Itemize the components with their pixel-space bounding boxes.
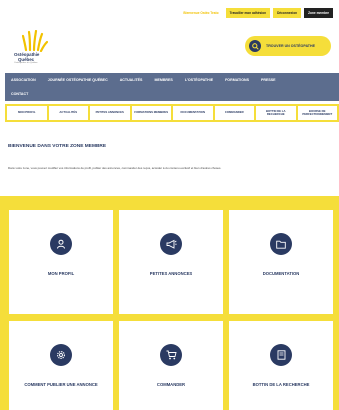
card-mon-profil[interactable]: MON PROFIL	[9, 210, 113, 314]
nav-item-formations[interactable]: FORMATIONS	[219, 78, 255, 82]
page-title: BIENVENUE DANS VOTRE ZONE MEMBRE	[8, 144, 107, 149]
nav-item-osteopathie[interactable]: L'OSTÉOPATHIE	[179, 78, 219, 82]
member-subnav: MON PROFIL ACTUALITÉS PETITES ANNONCES F…	[5, 104, 339, 122]
header: Ostéopathie Québec Ostéopathes du Québec…	[0, 22, 339, 70]
subnav-bourse[interactable]: BOURSE DE PERFECTIONNEMENT	[297, 106, 337, 120]
logo[interactable]: Ostéopathie Québec Ostéopathes du Québec	[14, 30, 54, 66]
find-osteopath-label: TROUVER UN OSTÉOPATHE	[266, 44, 315, 48]
hand-logo-icon	[22, 30, 48, 52]
utility-bar: Bienvenue Ostéo Testo Travailler mon adh…	[179, 8, 333, 18]
cart-icon	[160, 344, 182, 366]
subnav-annonces[interactable]: PETITES ANNONCES	[90, 106, 130, 120]
member-cards-section: MON PROFIL PETITES ANNONCES DOCUMENTATIO…	[0, 196, 339, 410]
gear-icon	[50, 344, 72, 366]
card-bottin[interactable]: BOTTIN DE LA RECHERCHE	[229, 321, 333, 410]
card-label: DOCUMENTATION	[262, 271, 300, 276]
book-icon	[270, 344, 292, 366]
card-label: COMMENT PUBLIER UNE ANNONCE	[24, 382, 98, 387]
user-icon	[50, 233, 72, 255]
nav-item-contact[interactable]: CONTACT	[5, 92, 34, 96]
find-osteopath-button[interactable]: TROUVER UN OSTÉOPATHE	[245, 36, 331, 56]
megaphone-icon	[160, 233, 182, 255]
card-label: PETITES ANNONCES	[149, 271, 193, 276]
welcome-text: Dans votre zone, vous pouvez modifier vo…	[8, 166, 222, 170]
search-icon	[249, 40, 261, 52]
nav-item-association[interactable]: ASSOCIATION	[5, 78, 42, 82]
subnav-actualites[interactable]: ACTUALITÉS	[48, 106, 88, 120]
card-documentation[interactable]: DOCUMENTATION	[229, 210, 333, 314]
card-label: COMMANDER	[156, 382, 186, 387]
subnav-bottin[interactable]: BOTTIN DE LA RECHERCHE	[256, 106, 296, 120]
membership-button[interactable]: Travailler mon adhésion	[225, 8, 271, 18]
card-petites-annonces[interactable]: PETITES ANNONCES	[119, 210, 223, 314]
card-label: BOTTIN DE LA RECHERCHE	[252, 382, 310, 387]
subnav-profil[interactable]: MON PROFIL	[7, 106, 47, 120]
subnav-documentation[interactable]: DOCUMENTATION	[173, 106, 213, 120]
card-commander[interactable]: COMMANDER	[119, 321, 223, 410]
nav-item-journee[interactable]: JOURNÉE OSTÉOPATHIE QUÉBEC	[42, 78, 114, 82]
subnav-commander[interactable]: COMMANDER	[214, 106, 254, 120]
welcome-user-link[interactable]: Bienvenue Ostéo Testo	[179, 8, 223, 18]
subnav-formations[interactable]: FORMATIONS MEMBRES	[131, 106, 171, 120]
page: Bienvenue Ostéo Testo Travailler mon adh…	[0, 0, 339, 410]
logout-button[interactable]: Déconnexion	[273, 8, 302, 18]
card-comment-publier[interactable]: COMMENT PUBLIER UNE ANNONCE	[9, 321, 113, 410]
logo-tagline: Ostéopathes du Québec	[14, 62, 38, 64]
nav-item-actualites[interactable]: ACTUALITÉS	[114, 78, 149, 82]
nav-item-membres[interactable]: MEMBRES	[148, 78, 178, 82]
member-zone-button[interactable]: Zone membre	[304, 8, 333, 18]
folder-icon	[270, 233, 292, 255]
main-nav: ASSOCIATION JOURNÉE OSTÉOPATHIE QUÉBEC A…	[5, 73, 339, 101]
card-label: MON PROFIL	[47, 271, 75, 276]
nav-item-presse[interactable]: PRESSE	[255, 78, 282, 82]
